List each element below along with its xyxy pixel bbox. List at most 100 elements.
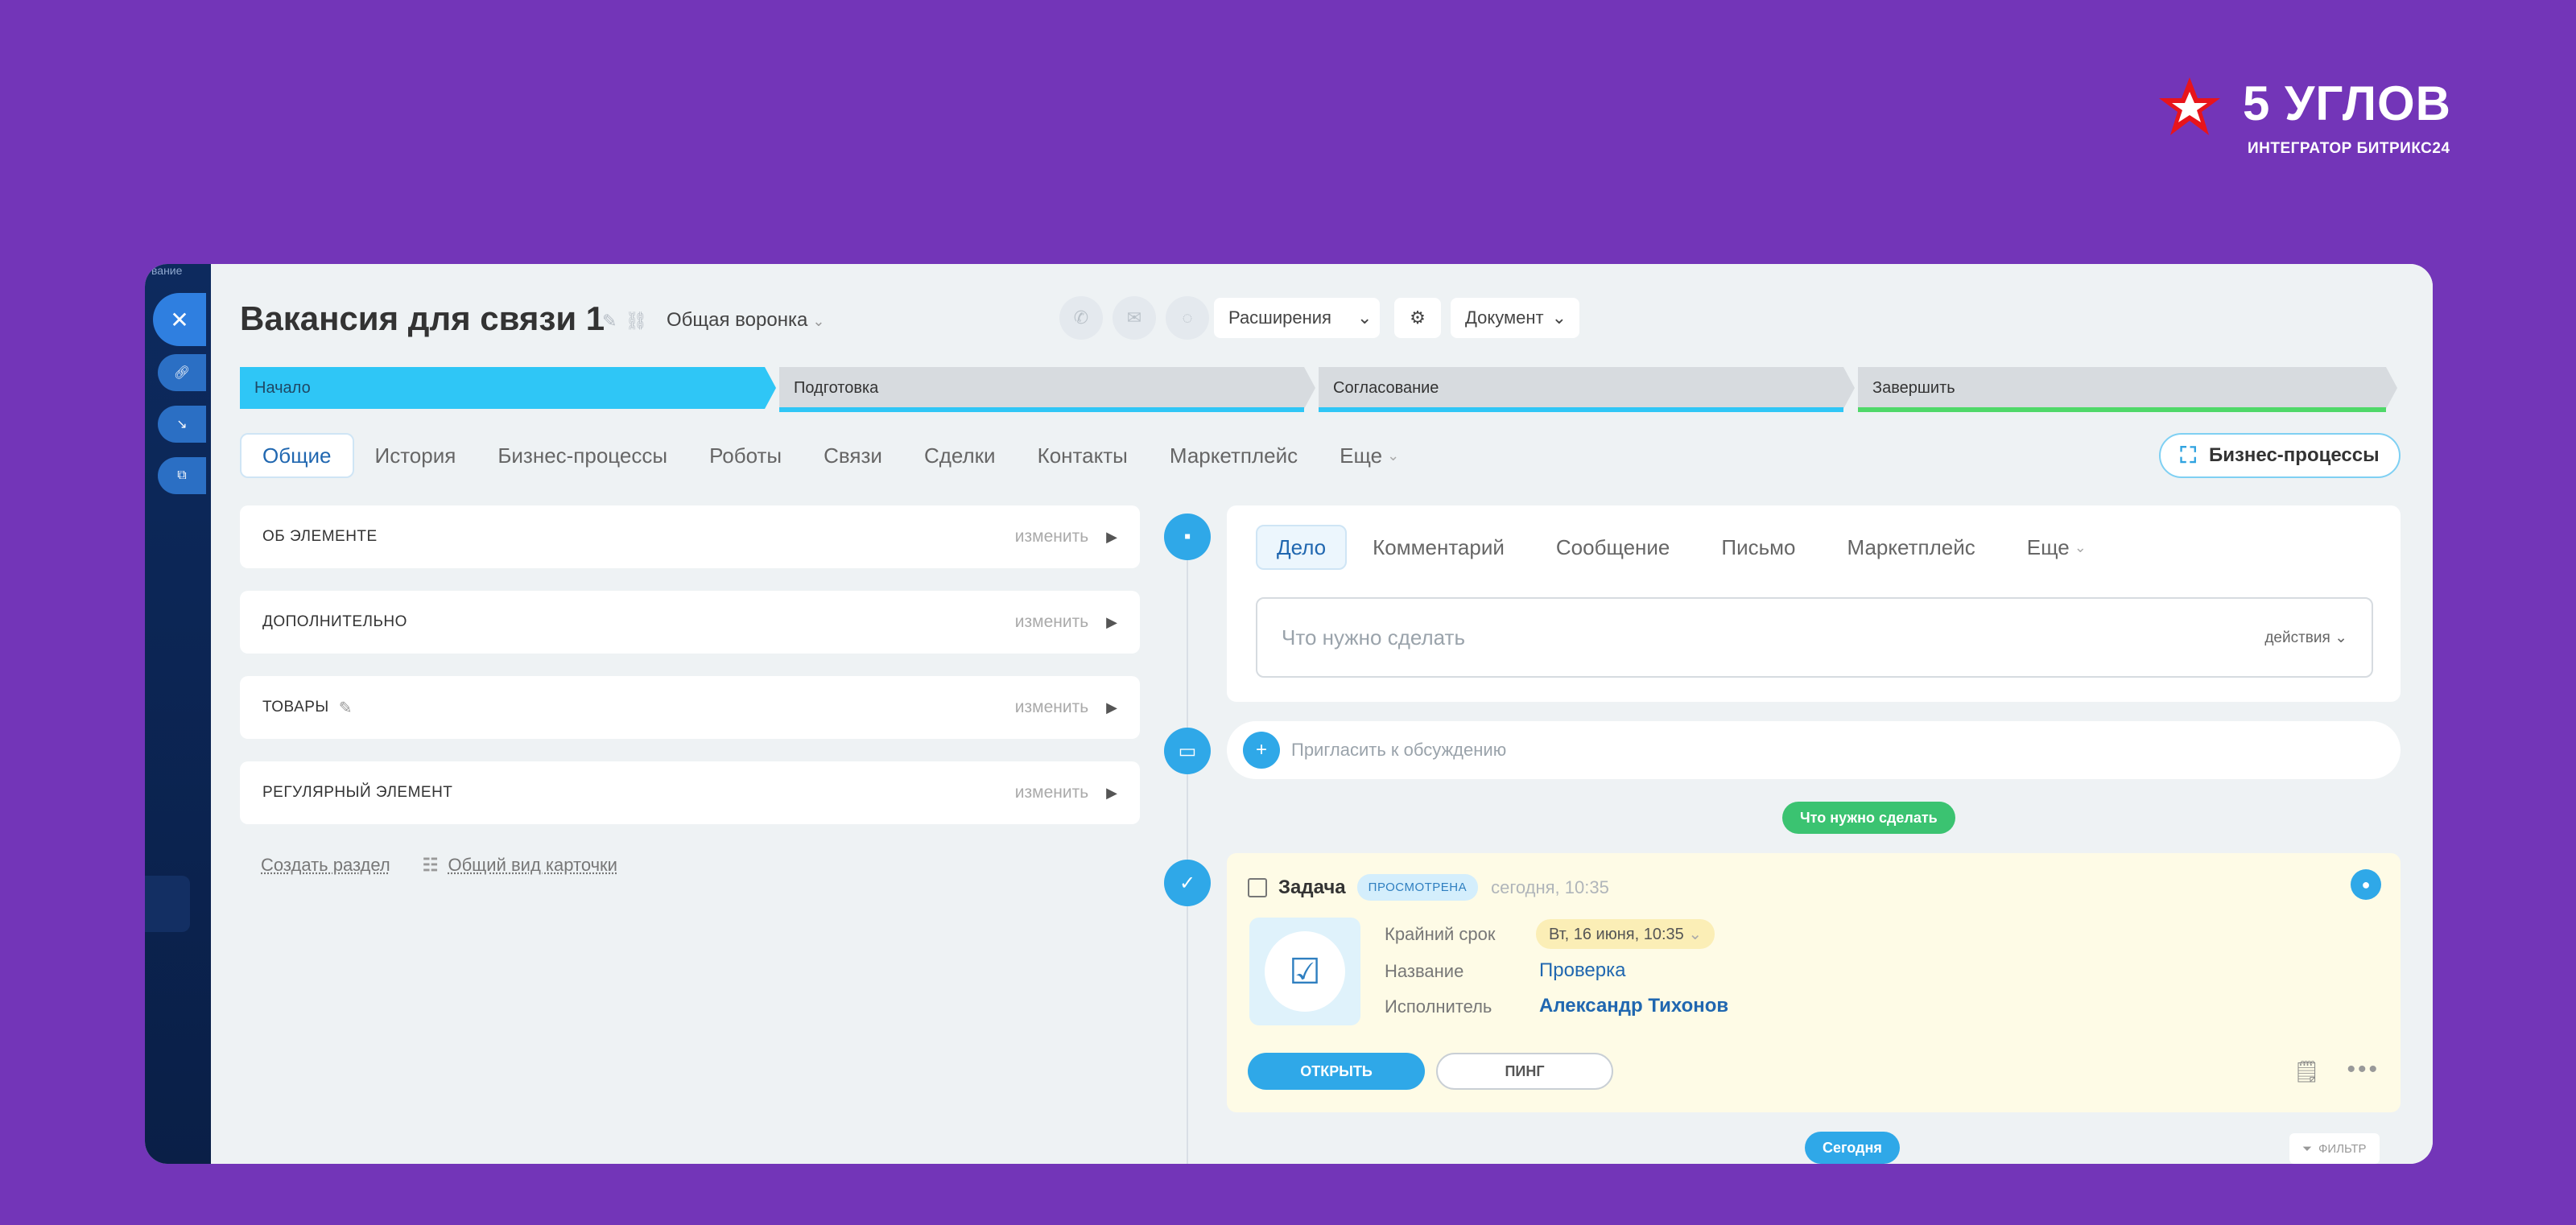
tab-links[interactable]: Связи	[803, 433, 903, 478]
filter-button[interactable]: ⏷ ФИЛЬТР	[2289, 1133, 2380, 1164]
document-dropdown[interactable]: Документ ⌄	[1451, 298, 1579, 338]
edit-link[interactable]: изменить	[1015, 783, 1088, 802]
ping-button[interactable]: ПИНГ	[1436, 1053, 1613, 1090]
pencil-icon[interactable]: ✎	[339, 698, 353, 718]
chat-icon: ◌	[1182, 307, 1193, 328]
arrow-down-right-icon: ↘	[176, 418, 188, 431]
chevron-down-icon: ⌄	[1688, 926, 1703, 943]
tab-marketplace[interactable]: Маркетплейс	[1822, 525, 2001, 570]
stage-preparation[interactable]: Подготовка	[779, 367, 1315, 409]
tab-more-label: Еще	[2026, 534, 2070, 559]
chevron-down-icon: ⌄	[812, 313, 825, 329]
email-button[interactable]: ✉	[1113, 296, 1156, 340]
phone-button[interactable]: ✆	[1059, 296, 1103, 340]
stage-progress-line	[779, 407, 1304, 412]
avatar[interactable]: ●	[2351, 869, 2381, 900]
name-value[interactable]: Проверка	[1539, 959, 1626, 982]
tab-activity[interactable]: Дело	[1256, 525, 1348, 570]
deadline-text: Вт, 16 июня, 10:35	[1549, 926, 1684, 943]
stage-label: Согласование	[1333, 378, 1439, 397]
gear-icon: ⚙	[1410, 307, 1426, 328]
tab-general[interactable]: Общие	[240, 433, 354, 478]
edit-link[interactable]: изменить	[1015, 698, 1088, 717]
stage-start[interactable]: Начало	[240, 367, 776, 409]
play-arrow-icon[interactable]: ▶	[1106, 785, 1117, 802]
tab-business-processes[interactable]: Бизнес-процессы	[477, 433, 688, 478]
section-recurring: РЕГУЛЯРНЫЙ ЭЛЕМЕНТ изменить ▶	[240, 761, 1140, 824]
tab-deals[interactable]: Сделки	[903, 433, 1017, 478]
link-icon[interactable]: ⛓	[625, 311, 655, 331]
tab-history[interactable]: История	[354, 433, 477, 478]
external-link-icon: ⧉	[177, 468, 187, 482]
section-about: ОБ ЭЛЕМЕНТЕ изменить ▶	[240, 505, 1140, 568]
close-button[interactable]: ✕	[153, 293, 206, 346]
section-title: РЕГУЛЯРНЫЙ ЭЛЕМЕНТ	[262, 784, 453, 801]
assignee-label: Исполнитель	[1385, 996, 1492, 1017]
people-icon: ☷	[422, 855, 439, 875]
card-links: Создать раздел ☷ Общий вид карточки	[261, 855, 617, 876]
tab-comment[interactable]: Комментарий	[1347, 525, 1530, 570]
timeline-chat-icon: ▭	[1164, 728, 1211, 774]
invite-field[interactable]: + Пригласить к обсуждению	[1227, 721, 2401, 779]
business-processes-label: Бизнес-процессы	[2209, 444, 2380, 466]
stage-finish[interactable]: Завершить	[1858, 367, 2397, 409]
stage-progress-line	[1319, 407, 1843, 412]
timeline-task-icon: ✓	[1164, 860, 1211, 906]
title-actions: ✎⛓	[602, 311, 655, 332]
invite-placeholder: Пригласить к обсуждению	[1291, 740, 1507, 760]
workflow-icon: ⛶	[2180, 442, 2196, 468]
deadline-value[interactable]: Вт, 16 июня, 10:35 ⌄	[1536, 919, 1715, 949]
tab-message[interactable]: Сообщение	[1530, 525, 1696, 570]
note-icon[interactable]: 🗒︎	[2293, 1059, 2320, 1084]
play-arrow-icon[interactable]: ▶	[1106, 699, 1117, 716]
edit-link[interactable]: изменить	[1015, 612, 1088, 632]
task-checkbox-icon: ☑	[1265, 931, 1345, 1012]
play-arrow-icon[interactable]: ▶	[1106, 614, 1117, 631]
link-button[interactable]: 🔗︎	[158, 354, 206, 391]
chat-button[interactable]: ◌	[1166, 296, 1209, 340]
section-title: ДОПОЛНИТЕЛЬНО	[262, 613, 407, 630]
task-checkbox[interactable]	[1248, 877, 1267, 897]
settings-button[interactable]: ⚙	[1394, 298, 1441, 338]
card-tabs: Общие История Бизнес-процессы Роботы Свя…	[240, 433, 1420, 478]
tab-robots[interactable]: Роботы	[688, 433, 803, 478]
envelope-icon: ✉	[1126, 307, 1142, 328]
timeline-line	[1187, 514, 1188, 1164]
business-processes-button[interactable]: ⛶ Бизнес-процессы	[2159, 433, 2401, 478]
tab-marketplace[interactable]: Маркетплейс	[1149, 433, 1319, 478]
common-view-link[interactable]: Общий вид карточки	[448, 855, 617, 876]
edit-link[interactable]: изменить	[1015, 527, 1088, 547]
link-icon: 🔗︎	[173, 366, 191, 380]
funnel-label: Общая воронка	[667, 309, 808, 331]
phone-icon: ✆	[1073, 307, 1089, 328]
create-section-link[interactable]: Создать раздел	[261, 855, 390, 876]
todo-pill: Что нужно сделать	[1782, 802, 1955, 834]
funnel-selector[interactable]: Общая воронка ⌄	[667, 309, 824, 332]
assignee-value[interactable]: Александр Тихонов	[1539, 995, 1728, 1017]
pencil-icon[interactable]: ✎	[602, 311, 625, 331]
open-button[interactable]: ОТКРЫТЬ	[1248, 1053, 1425, 1090]
timeline-comment-icon: ▪	[1164, 514, 1211, 560]
play-arrow-icon[interactable]: ▶	[1106, 529, 1117, 546]
sidebar-top-fragment: вание	[151, 264, 183, 277]
crm-card-window: вание ✕ 🔗︎ ↘ ⧉ Вакансия для связи 1 ✎⛓ О…	[145, 264, 2433, 1164]
star-logo-icon	[2159, 77, 2220, 135]
today-pill: Сегодня	[1805, 1132, 1900, 1164]
stage-final-line	[1858, 407, 2386, 412]
section-title: ОБ ЭЛЕМЕНТЕ	[262, 528, 378, 545]
stage-approval[interactable]: Согласование	[1319, 367, 1855, 409]
tab-more[interactable]: Еще ⌄	[1319, 433, 1420, 478]
extensions-dropdown[interactable]: Расширения ⌄	[1214, 298, 1380, 338]
close-icon: ✕	[170, 307, 189, 332]
tab-more[interactable]: Еще ⌄	[2001, 525, 2112, 570]
section-title: ТОВАРЫ	[262, 699, 329, 716]
actions-dropdown[interactable]: действия ⌄	[2264, 629, 2347, 647]
more-icon[interactable]: •••	[2347, 1056, 2380, 1083]
add-user-icon[interactable]: +	[1243, 732, 1280, 769]
open-new-window-button[interactable]: ⧉	[158, 457, 206, 494]
tab-email[interactable]: Письмо	[1695, 525, 1821, 570]
activity-input[interactable]: Что нужно сделать действия ⌄	[1256, 597, 2373, 678]
tab-contacts[interactable]: Контакты	[1017, 433, 1149, 478]
minimize-button[interactable]: ↘	[158, 406, 206, 443]
deadline-label: Крайний срок	[1385, 924, 1496, 944]
